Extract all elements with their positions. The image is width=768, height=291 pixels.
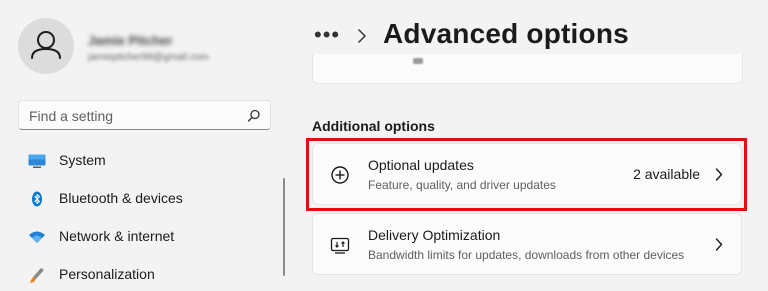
section-heading: Additional options xyxy=(312,118,435,134)
brush-icon xyxy=(30,268,44,283)
avatar[interactable] xyxy=(18,18,74,74)
sidebar-item-label: System xyxy=(59,152,106,168)
truncated-text xyxy=(413,58,423,64)
sidebar-item-label: Network & internet xyxy=(59,228,175,244)
sidebar-item-system[interactable]: System xyxy=(18,145,280,177)
option-title: Optional updates xyxy=(368,157,474,173)
option-description: Feature, quality, and driver updates xyxy=(368,178,556,192)
sidebar: Jamie Pitcher jamiepitcher98@gmail.com F… xyxy=(0,0,290,283)
sidebar-item-personalization[interactable]: Personalization xyxy=(18,259,280,291)
available-count: 2 available xyxy=(633,166,700,182)
sidebar-item-label: Bluetooth & devices xyxy=(59,190,183,206)
sidebar-scrollbar[interactable] xyxy=(283,178,285,276)
option-description: Bandwidth limits for updates, downloads … xyxy=(368,248,685,262)
sidebar-item-label: Personalization xyxy=(59,266,155,282)
person-icon xyxy=(31,31,61,59)
delivery-optimization-icon xyxy=(330,237,350,254)
optional-updates-card[interactable]: Optional updates Feature, quality, and d… xyxy=(312,143,742,205)
breadcrumb-ellipsis[interactable]: ••• xyxy=(314,22,340,48)
search-input[interactable]: Find a setting xyxy=(18,100,271,130)
option-title: Delivery Optimization xyxy=(368,227,501,243)
search-icon[interactable] xyxy=(247,109,261,123)
chevron-right-icon xyxy=(715,168,723,181)
sidebar-item-network[interactable]: Network & internet xyxy=(18,221,280,253)
user-email: jamiepitcher98@gmail.com xyxy=(88,52,209,63)
search-placeholder: Find a setting xyxy=(29,108,114,124)
bluetooth-icon xyxy=(32,191,42,207)
previous-setting-card[interactable] xyxy=(312,54,743,84)
sidebar-item-bluetooth[interactable]: Bluetooth & devices xyxy=(18,183,280,215)
plus-circle-icon xyxy=(331,166,349,184)
chevron-right-icon xyxy=(715,238,723,251)
monitor-icon xyxy=(28,154,46,168)
user-name: Jamie Pitcher xyxy=(88,33,173,48)
wifi-icon xyxy=(29,231,45,243)
delivery-optimization-card[interactable]: Delivery Optimization Bandwidth limits f… xyxy=(312,213,742,275)
page-title: Advanced options xyxy=(383,18,629,49)
chevron-right-icon xyxy=(358,29,366,43)
